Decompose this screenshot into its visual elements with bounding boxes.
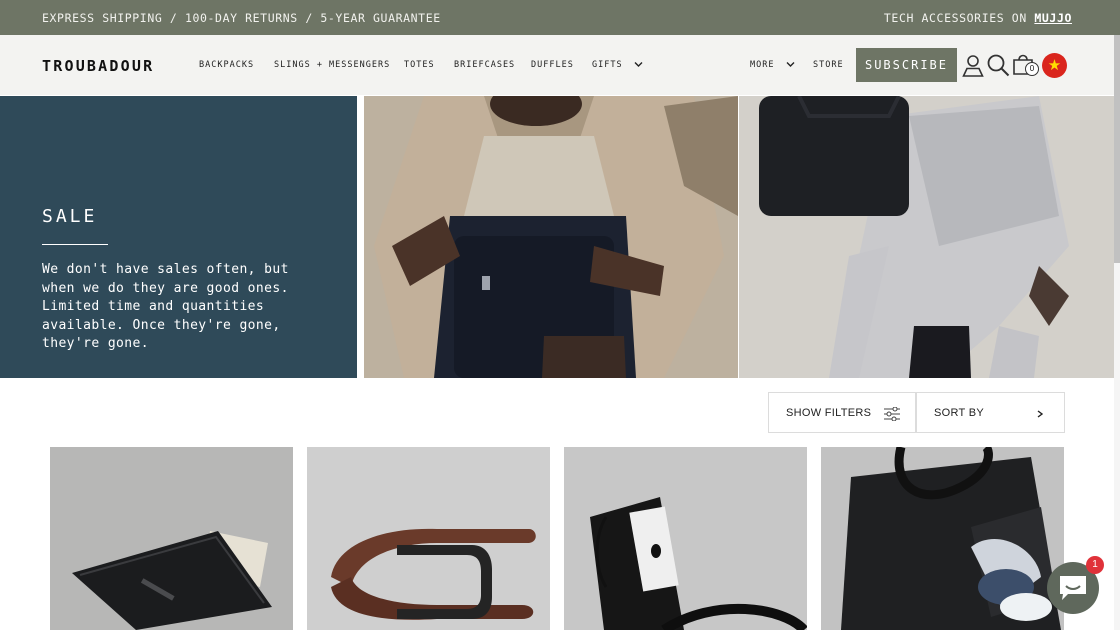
mujjo-link[interactable]: MUJJO <box>1034 11 1072 25</box>
hero-image-man-with-backpack <box>739 96 1114 378</box>
cart-button[interactable]: 0 <box>1012 52 1040 80</box>
nav-briefcases[interactable]: BRIEFCASES <box>454 60 515 70</box>
chevron-down-icon <box>634 62 643 67</box>
account-icon[interactable] <box>961 53 985 77</box>
nav-more[interactable]: MORE <box>750 60 795 70</box>
chevron-down-icon <box>786 62 795 67</box>
chat-unread-badge: 1 <box>1086 556 1104 574</box>
nav-more-label: MORE <box>750 60 775 70</box>
sale-description: We don't have sales often, but when we d… <box>42 262 289 351</box>
announcement-text: EXPRESS SHIPPING / 100-DAY RETURNS / 5-Y… <box>42 11 441 25</box>
nav-store[interactable]: STORE <box>813 60 844 70</box>
hero-image-man-with-backpack-art <box>739 96 1114 378</box>
chat-bubble-icon <box>1060 576 1086 600</box>
product-card-belt[interactable] <box>307 447 550 630</box>
site-header: TROUBADOUR BACKPACKS SLINGS + MESSENGERS… <box>0 35 1114 95</box>
pouch-product-image <box>564 447 807 630</box>
troubadour-logo[interactable]: TROUBADOUR <box>42 57 154 75</box>
nav-duffles[interactable]: DUFFLES <box>531 60 574 70</box>
sort-by-button[interactable]: SORT BY <box>916 392 1065 433</box>
page-scrollbar[interactable] <box>1114 35 1120 630</box>
announcement-bar: EXPRESS SHIPPING / 100-DAY RETURNS / 5-Y… <box>0 0 1120 35</box>
product-card-wallet[interactable] <box>50 447 293 630</box>
belt-product-image <box>307 447 550 630</box>
title-divider <box>42 244 108 245</box>
subscribe-button[interactable]: SUBSCRIBE <box>856 48 957 82</box>
sale-title: SALE <box>42 206 98 227</box>
nav-slings-messengers[interactable]: SLINGS + MESSENGERS <box>274 60 390 70</box>
product-card-pouch[interactable] <box>564 447 807 630</box>
hero-image-man-with-bag <box>364 96 738 378</box>
sale-promo-panel: SALE We don't have sales often, but when… <box>0 96 357 378</box>
cart-count-badge: 0 <box>1025 62 1039 76</box>
wallet-product-image <box>50 447 293 630</box>
nav-backpacks[interactable]: BACKPACKS <box>199 60 254 70</box>
show-filters-button[interactable]: SHOW FILTERS <box>768 392 916 433</box>
chevron-right-icon <box>1037 410 1043 418</box>
duffle-product-image <box>821 447 1064 630</box>
scrollbar-thumb[interactable] <box>1114 35 1120 263</box>
nav-totes[interactable]: TOTES <box>404 60 435 70</box>
hero-image-man-with-bag-art <box>364 96 738 378</box>
announcement-promo: TECH ACCESSORIES ON MUJJO <box>884 11 1072 25</box>
sort-by-label: SORT BY <box>934 407 984 419</box>
nav-gifts-label: GIFTS <box>592 60 623 70</box>
vietnam-flag-icon[interactable]: ★ <box>1042 53 1067 78</box>
announcement-promo-text: TECH ACCESSORIES ON <box>883 11 1027 25</box>
nav-gifts[interactable]: GIFTS <box>592 60 643 70</box>
search-icon[interactable] <box>986 53 1010 77</box>
product-card-duffle[interactable] <box>821 447 1064 630</box>
show-filters-label: SHOW FILTERS <box>786 407 872 419</box>
filter-sliders-icon <box>884 407 900 421</box>
